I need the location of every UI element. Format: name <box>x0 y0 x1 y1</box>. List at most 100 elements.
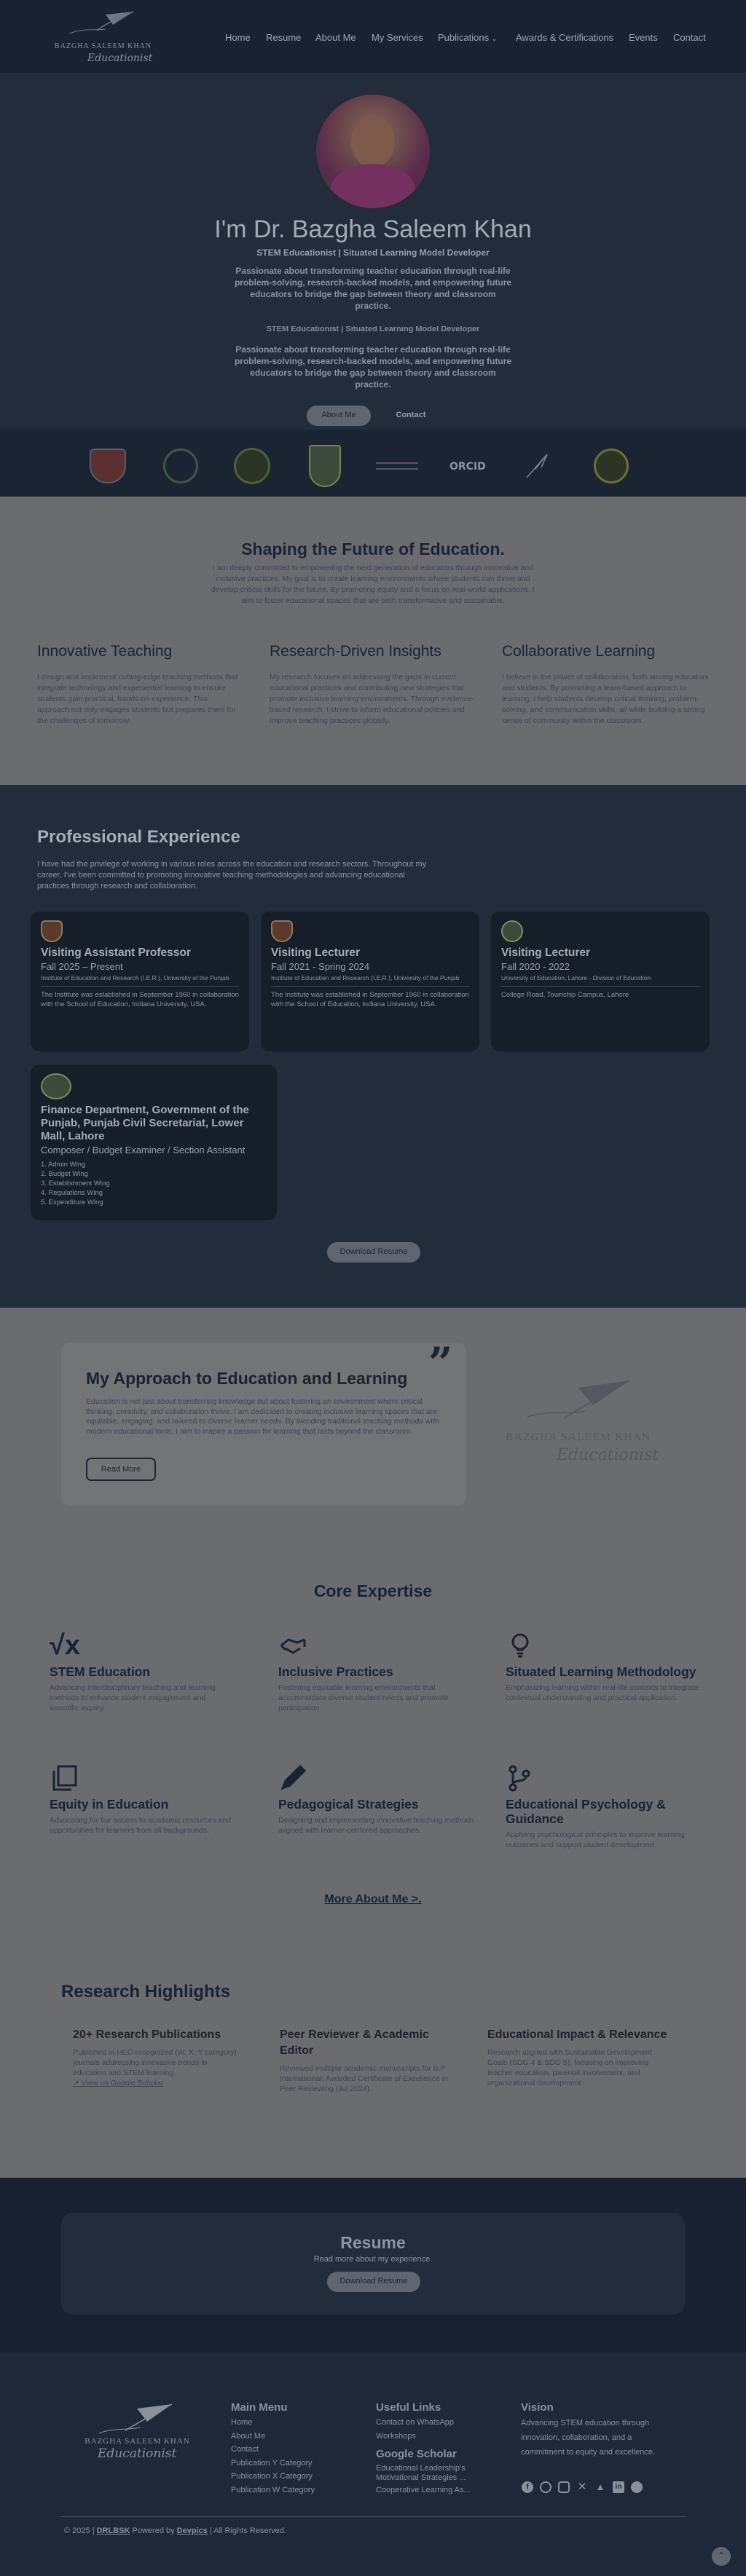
card-institution: Institute of Education and Research (I.E… <box>271 974 469 987</box>
approach-text: Education is not just about transferring… <box>86 1397 439 1437</box>
copyright: © 2025 | DRLBSK Powered by Devpics | All… <box>64 2526 286 2535</box>
about-me-button[interactable]: About Me <box>307 406 371 426</box>
graduation-cap-icon[interactable]: ▲ <box>594 2481 606 2493</box>
x-icon[interactable]: ✕ <box>576 2481 588 2493</box>
card-description: The Institute was established in Septemb… <box>271 991 469 1008</box>
lightbulb-icon <box>506 1631 702 1660</box>
researchgate-icon[interactable] <box>631 2481 643 2493</box>
vision-intro: I am deeply committed to empowering the … <box>211 564 535 605</box>
expertise-item-title: Situated Learning Methodology <box>506 1664 696 1679</box>
pencil-icon <box>278 1763 475 1793</box>
google-scholar-link[interactable]: ↗ View on Google Scholar <box>73 2078 240 2088</box>
card-period: Fall 2021 - Spring 2024 <box>271 961 370 972</box>
footer-link-contact[interactable]: Contact <box>231 2443 315 2457</box>
download-resume-button[interactable]: Download Resume <box>327 1242 420 1263</box>
facebook-icon[interactable]: f <box>522 2481 533 2493</box>
nav-events[interactable]: Events <box>629 32 658 43</box>
expertise-item-text: Designing and implementing innovative te… <box>278 1816 474 1835</box>
research-item-text: Published in HEC-recognized (W, X, Y cat… <box>73 2048 237 2077</box>
logo-badge-1 <box>86 446 130 486</box>
logo-name: BAZGHA SALEEM KHAN <box>85 2437 190 2446</box>
research-item-impact: Educational Impact & Relevance Research … <box>487 2027 670 2088</box>
hero-title: I'm Dr. Bazgha Saleem Khan <box>214 216 532 243</box>
hero-subtitle: STEM Educationist | Situated Learning Mo… <box>256 248 490 258</box>
nav-services[interactable]: My Services <box>372 32 423 43</box>
collaborative-learning-title: Collaborative Learning <box>502 643 656 660</box>
nav-awards[interactable]: Awards & Certifications <box>516 32 613 43</box>
research-insights-text: My research focuses on addressing the ga… <box>270 673 475 725</box>
whatsapp-icon[interactable] <box>540 2481 551 2493</box>
vision-title: Shaping the Future of Education. <box>241 540 505 558</box>
expertise-item-inclusive: Inclusive Practices Fostering equitable … <box>278 1631 475 1713</box>
card-period: Fall 2025 – Present <box>41 961 123 972</box>
card-title: Visiting Lecturer <box>501 947 591 959</box>
linkedin-icon[interactable]: in <box>613 2481 624 2493</box>
chevron-up-icon: ⌃ <box>717 2551 726 2561</box>
footer-link-about[interactable]: About Me <box>231 2430 315 2443</box>
nav-contact[interactable]: Contact <box>673 32 706 43</box>
chevron-down-icon: ⌄ <box>491 35 498 42</box>
logo-name: BAZGHA SALEEM KHAN <box>55 42 152 50</box>
hero-ghost-tagline: Passionate about transforming teacher ed… <box>234 344 512 390</box>
footer-link-pub-x[interactable]: Publication X Category <box>231 2470 315 2484</box>
copyright-brand-link[interactable]: DRLBSK <box>97 2526 130 2535</box>
quill-icon <box>527 1380 630 1419</box>
research-item-text: Reviewed multiple academic manuscripts f… <box>280 2064 448 2093</box>
nav-publications[interactable]: Publications ⌄ <box>438 32 497 43</box>
resume-download-button[interactable]: Download Resume <box>327 2272 420 2292</box>
copyright-dev-link[interactable]: Devpics <box>177 2526 208 2535</box>
resume-text: Read more about my experience. <box>313 2255 433 2264</box>
approach-logo: BAZGHA SALEEM KHAN Educationist <box>498 1375 659 1469</box>
footer-link-whatsapp[interactable]: Contact on WhatsApp <box>376 2416 454 2430</box>
research-item-title: Educational Impact & Relevance <box>487 2028 667 2041</box>
expertise-item-psychology: Educational Psychology & Guidance Applyi… <box>506 1763 702 1850</box>
nav-home[interactable]: Home <box>225 32 251 43</box>
expertise-item-text: Fostering equitable learning environment… <box>278 1683 449 1712</box>
card-description: The Institute was established in Septemb… <box>41 991 239 1008</box>
experience-card-4: Finance Department, Government of the Pu… <box>31 1064 277 1220</box>
site-logo[interactable]: BAZGHA SALEEM KHAN Educationist <box>55 9 153 67</box>
footer-vision-text: Advancing STEM education through innovat… <box>521 2419 656 2457</box>
card-period: Fall 2020 - 2022 <box>501 961 570 972</box>
university-crest-icon <box>41 920 63 942</box>
resume-card <box>61 2213 685 2315</box>
card-title: Finance Department, Government of the Pu… <box>41 1104 249 1142</box>
scholar-link-1[interactable]: Educational Leadership's Motivational St… <box>376 2464 478 2483</box>
footer-divider <box>61 2516 685 2517</box>
quill-icon <box>98 2403 173 2434</box>
expertise-item-text: Emphasizing learning within real-life co… <box>506 1683 699 1702</box>
footer-scholar-links: Educational Leadership's Motivational St… <box>376 2464 478 2495</box>
nav-about[interactable]: About Me <box>315 32 356 43</box>
copyright-suffix: | All Rights Reserved. <box>209 2526 286 2535</box>
footer-link-workshops[interactable]: Workshops <box>376 2430 454 2443</box>
footer-link-pub-y[interactable]: Publication Y Category <box>231 2457 315 2470</box>
read-more-button[interactable]: Read More <box>86 1458 156 1481</box>
footer-menu: Home About Me Contact Publication Y Cate… <box>231 2416 315 2497</box>
hero-tagline: Passionate about transforming teacher ed… <box>234 266 512 311</box>
nav-resume[interactable]: Resume <box>266 32 301 43</box>
footer-link-pub-w[interactable]: Publication W Category <box>231 2484 315 2497</box>
experience-title: Professional Experience <box>37 827 240 847</box>
expertise-item-title: STEM Education <box>50 1664 151 1679</box>
scholar-link-2[interactable]: Cooperative Learning As... <box>376 2486 478 2495</box>
logo-badge-2 <box>159 446 203 486</box>
research-item-text: Research aligned with Sustainable Develo… <box>487 2048 652 2087</box>
card-institution: Institute of Education and Research (I.E… <box>41 974 239 987</box>
logo-badge-3 <box>230 446 274 486</box>
copyright-prefix: © 2025 | <box>64 2526 95 2535</box>
research-item-publications: 20+ Research Publications Published in H… <box>73 2027 240 2088</box>
innovative-teaching-text: I design and implement cutting-edge teac… <box>37 673 238 725</box>
logo-quill <box>519 446 555 486</box>
footer-link-home[interactable]: Home <box>231 2416 315 2430</box>
scroll-to-top-button[interactable]: ⌃ <box>712 2547 731 2566</box>
experience-card-2: Visiting Lecturer Fall 2021 - Spring 202… <box>261 912 479 1051</box>
expertise-item-stem: √x STEM Education Advancing interdiscipl… <box>50 1631 232 1713</box>
contact-button[interactable]: Contact <box>379 406 443 426</box>
logo-name: BAZGHA SALEEM KHAN <box>506 1431 651 1443</box>
expertise-title: Core Expertise <box>313 1581 433 1600</box>
svg-text:ORCID: ORCID <box>449 461 486 473</box>
more-about-me-link[interactable]: More About Me >. <box>0 1893 746 1906</box>
instagram-icon[interactable] <box>558 2481 570 2493</box>
logo-badge-6 <box>592 446 631 486</box>
footer-logo[interactable]: BAZGHA SALEEM KHAN Educationist <box>77 2401 197 2467</box>
